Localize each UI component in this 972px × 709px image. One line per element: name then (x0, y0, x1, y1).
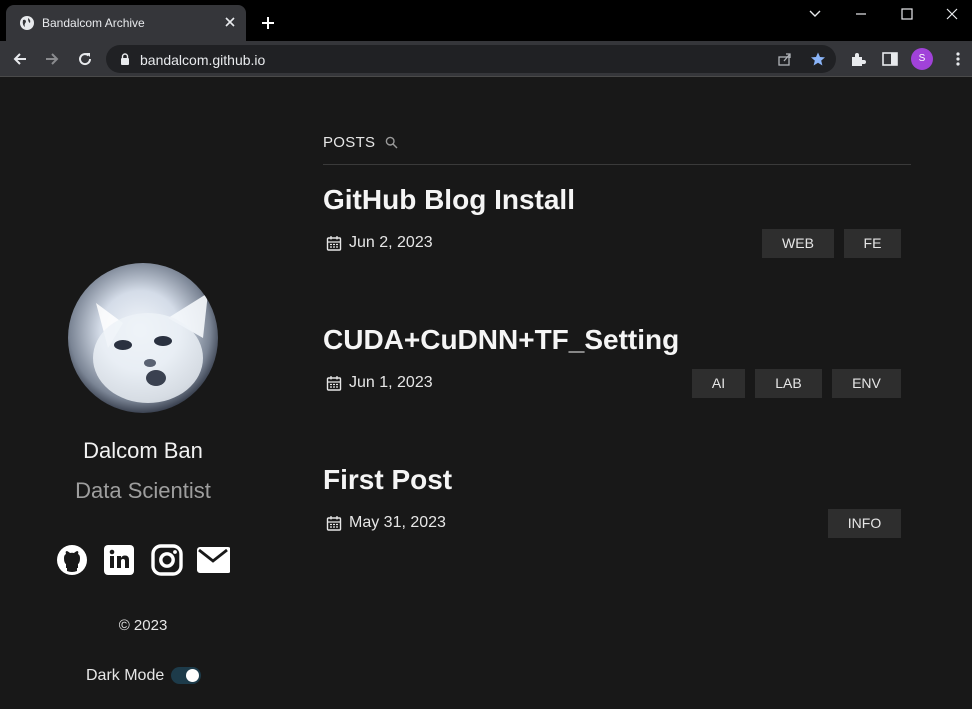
instagram-icon[interactable] (150, 543, 184, 577)
calendar-icon (326, 236, 342, 251)
close-tab-icon[interactable] (222, 14, 238, 30)
post-date: May 31, 2023 (349, 514, 446, 531)
new-tab-icon[interactable] (259, 14, 277, 32)
divider (323, 164, 911, 165)
dark-mode-label: Dark Mode (86, 667, 165, 684)
extensions-icon[interactable] (849, 50, 867, 68)
avatar (68, 263, 218, 413)
maximize-icon[interactable] (897, 6, 917, 22)
linkedin-icon[interactable] (102, 543, 136, 577)
posts-tab[interactable]: POSTS (323, 134, 375, 151)
menu-icon[interactable] (949, 50, 967, 68)
back-icon[interactable] (11, 50, 29, 68)
side-panel-icon[interactable] (881, 50, 899, 68)
reload-icon[interactable] (76, 50, 94, 68)
address-bar[interactable]: bandalcom.github.io (106, 45, 836, 73)
github-icon[interactable] (55, 543, 89, 577)
post-title[interactable]: GitHub Blog Install (323, 184, 575, 216)
calendar-icon (326, 516, 342, 531)
forward-icon[interactable] (43, 50, 61, 68)
browser-tabstrip: Bandalcom Archive (0, 0, 972, 41)
globe-icon (20, 16, 34, 30)
dark-mode-toggle[interactable] (171, 667, 201, 684)
toggle-knob (186, 669, 199, 682)
tag-ai[interactable]: AI (692, 369, 745, 398)
post-title[interactable]: First Post (323, 464, 452, 496)
tab-title: Bandalcom Archive (42, 16, 145, 30)
search-icon[interactable] (385, 136, 398, 149)
browser-tab[interactable]: Bandalcom Archive (6, 5, 246, 41)
tab-search-icon[interactable] (805, 6, 825, 22)
cat-image (93, 293, 208, 403)
url-text[interactable]: bandalcom.github.io (140, 52, 265, 68)
bookmark-star-icon[interactable] (810, 51, 826, 67)
lock-icon[interactable] (118, 52, 132, 66)
profile-avatar[interactable]: S (911, 48, 933, 70)
page: Dalcom Ban Data Scientist © 2023 Dark Mo… (0, 78, 972, 709)
post-date: Jun 2, 2023 (349, 234, 433, 251)
post-date: Jun 1, 2023 (349, 374, 433, 391)
author-name: Dalcom Ban (83, 438, 203, 463)
browser-toolbar: bandalcom.github.io (0, 41, 972, 77)
tag-web[interactable]: WEB (762, 229, 834, 258)
tag-env[interactable]: ENV (832, 369, 901, 398)
tag-fe[interactable]: FE (844, 229, 901, 258)
share-icon[interactable] (777, 51, 793, 67)
minimize-icon[interactable] (851, 6, 871, 22)
copyright: © 2023 (118, 617, 168, 634)
author-role: Data Scientist (75, 478, 211, 503)
calendar-icon (326, 376, 342, 391)
tag-lab[interactable]: LAB (755, 369, 822, 398)
tag-info[interactable]: INFO (828, 509, 901, 538)
mail-icon[interactable] (196, 543, 230, 577)
close-window-icon[interactable] (942, 6, 962, 22)
post-title[interactable]: CUDA+CuDNN+TF_Setting (323, 324, 679, 356)
